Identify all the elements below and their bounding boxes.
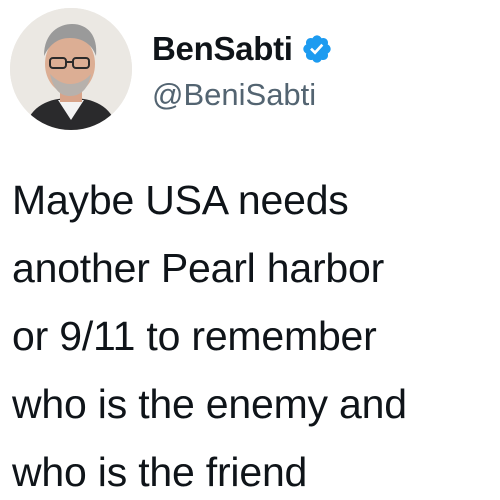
- tweet-card: BenSabti @BeniSabti Maybe USA needs anot…: [0, 0, 500, 500]
- tweet-header: BenSabti @BeniSabti: [10, 8, 333, 130]
- name-row: BenSabti: [152, 29, 333, 69]
- tweet-text: Maybe USA needs another Pearl harbor or …: [12, 177, 407, 495]
- avatar-photo: [10, 8, 132, 130]
- user-names: BenSabti @BeniSabti: [152, 29, 333, 113]
- avatar[interactable]: [10, 8, 132, 130]
- display-name[interactable]: BenSabti: [152, 30, 293, 68]
- verified-badge-icon: [302, 35, 331, 63]
- user-handle[interactable]: @BeniSabti: [152, 77, 333, 113]
